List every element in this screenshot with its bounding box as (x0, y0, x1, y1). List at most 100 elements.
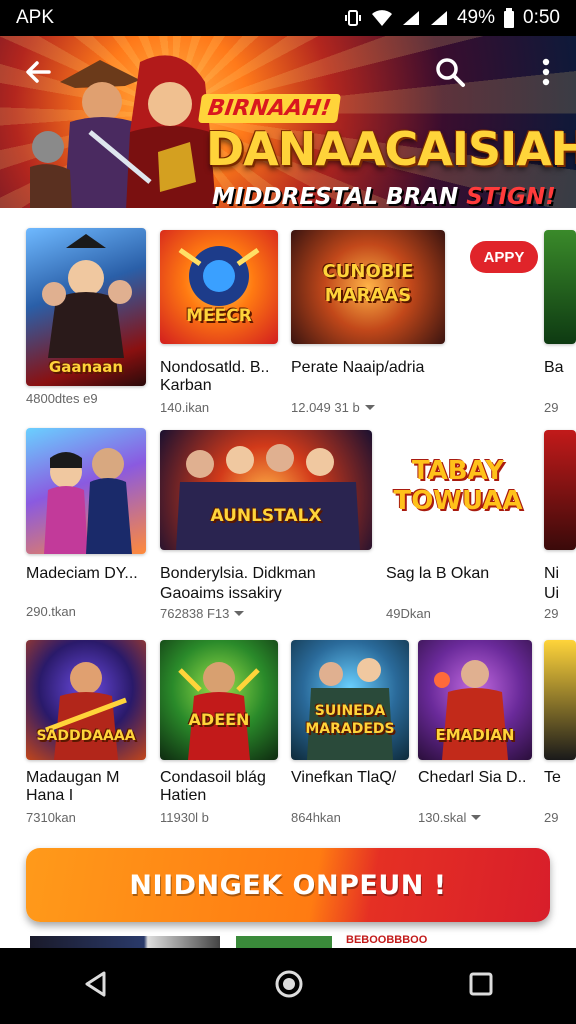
thumbnail-logo-text: SUINEDA MARADEDS (305, 703, 395, 737)
app-grid: Gaanaan 4800dtes e9 MEECR Nondosatld. B.… (0, 208, 576, 848)
system-nav-bar (0, 948, 576, 1024)
banner-subtitle-accent: STIGN! (466, 184, 556, 208)
banner-kicker: BIRNAAH! (197, 94, 341, 123)
character-emblem-artwork (178, 246, 260, 306)
thumbnail-logo-text: Gaanaan (48, 358, 124, 376)
next-row-peek: BEBOOBBBOO (0, 934, 576, 948)
app-card[interactable]: EMADIAN Chedarl Sia D.. 130.skal (418, 640, 540, 830)
nav-home-icon[interactable] (273, 968, 305, 1005)
app-meta: 29 (544, 606, 559, 621)
back-arrow-icon[interactable] (16, 50, 60, 94)
app-title: Sag la B Okan (386, 565, 490, 582)
app-thumbnail: CUNOBIE MARAAS (291, 230, 445, 344)
app-card[interactable]: TABAY TOWUAA Sag la B Okan 49Dkan (386, 430, 532, 621)
thumbnail-logo-text: ADEEN (188, 710, 250, 729)
app-title-line2: Gaoaims issakiry (160, 585, 282, 602)
peek-text: BEBOOBBBOO (346, 934, 428, 946)
app-thumbnail: ADEEN (160, 640, 278, 760)
app-card[interactable]: AUNLSTALX Bonderylsia. Didkman Gaoaims i… (160, 430, 374, 621)
app-meta: 4800dtes e9 (26, 391, 98, 406)
app-meta: 11930l b (160, 810, 209, 825)
app-title-line2: Hana I (26, 787, 74, 804)
app-thumbnail (26, 428, 146, 554)
app-thumbnail: MEECR (160, 230, 278, 344)
app-card-partial[interactable]: Te 29 (544, 640, 576, 830)
status-icons: 49% 0:50 (343, 7, 560, 29)
thumbnail-logo-text: SADDDAAAA (36, 728, 136, 744)
app-card[interactable]: CUNOBIE MARAAS Perate Naaip/adria 12.049… (291, 230, 451, 420)
app-title: Bonderylsia. Didkman (160, 565, 316, 582)
app-meta: 140.ikan (160, 400, 210, 415)
app-meta: 29 (544, 810, 559, 825)
more-options-icon[interactable] (524, 50, 568, 94)
app-title: Vinefkan TlaQ/ (291, 769, 397, 786)
app-thumbnail: TABAY TOWUAA (386, 430, 530, 550)
apply-badge[interactable]: APPY (470, 241, 538, 273)
app-title: Ba (544, 359, 564, 376)
heroes-group-artwork (44, 448, 132, 554)
app-card-partial[interactable]: Ba 29 (544, 230, 576, 420)
app-title: Condasoil blág (160, 769, 266, 786)
download-icon (470, 810, 482, 825)
battery-icon (503, 8, 515, 28)
app-thumbnail (544, 640, 576, 760)
app-thumbnail: SADDDAAAA (26, 640, 146, 760)
app-card[interactable]: SUINEDA MARADEDS Vinefkan TlaQ/ 864hkan (291, 640, 413, 830)
status-app-label: APK (16, 7, 55, 28)
nav-recents-icon[interactable] (468, 971, 494, 1002)
thumbnail-logo-text: MEECR (186, 306, 252, 326)
thumbnail-logo-text: CUNOBIE MARAAS (322, 261, 414, 306)
adventure-team-artwork (307, 658, 393, 760)
app-meta: 290.tkan (26, 604, 76, 619)
thumbnail-logo-text: TABAY TOWUAA (393, 456, 523, 516)
install-cta-button[interactable]: NIIDNGEK ONPEUN ! (26, 848, 550, 922)
vibrate-icon (343, 8, 363, 28)
app-card[interactable]: Gaanaan 4800dtes e9 (26, 228, 148, 418)
battery-percent: 49% (456, 7, 496, 28)
download-icon (364, 400, 376, 415)
thumbnail-logo-text: EMADIAN (435, 726, 515, 744)
peek-thumbnail (236, 936, 332, 948)
app-thumbnail: EMADIAN (418, 640, 532, 760)
app-title: Chedarl Sia D.. (418, 769, 527, 786)
thumbnail-logo-text: AUNLSTALX (210, 506, 322, 526)
banner-title: DANAACAISIAH (206, 122, 576, 176)
download-icon (233, 606, 245, 621)
search-icon[interactable] (428, 50, 472, 94)
signal-icon (401, 9, 421, 27)
hero-banner[interactable]: BIRNAAH! DANAACAISIAH MIDDRESTAL BRAN ST… (0, 36, 576, 208)
banner-subtitle-main: MIDDRESTAL BRAN (212, 184, 459, 208)
app-meta: 12.049 31 b (291, 400, 376, 415)
app-thumbnail: Gaanaan (26, 228, 146, 386)
banner-subtitle: MIDDRESTAL BRAN STIGN! (212, 184, 556, 208)
app-meta: 762838 F13 (160, 606, 245, 621)
app-meta: 130.skal (418, 810, 482, 825)
app-title: Madeciam DY... (26, 565, 138, 582)
app-card[interactable]: Madeciam DY... 290.tkan (26, 428, 148, 619)
app-card[interactable]: SADDDAAAA Madaugan M Hana I 7310kan (26, 640, 148, 830)
app-card[interactable]: ADEEN Condasoil blág Hatien 11930l b (160, 640, 282, 830)
clock: 0:50 (523, 7, 560, 28)
app-title-line2: Ui (544, 585, 560, 602)
app-screen: APK 49% 0:50 BIRNAAH! DANAACAISIAH MIDDR… (0, 0, 576, 1024)
app-thumbnail (544, 230, 576, 344)
app-thumbnail (544, 430, 576, 550)
app-meta: 49Dkan (386, 606, 431, 621)
app-meta: 29 (544, 400, 559, 415)
app-thumbnail: AUNLSTALX (160, 430, 372, 550)
wifi-icon (371, 9, 393, 27)
app-meta: 864hkan (291, 810, 341, 825)
app-card[interactable]: MEECR Nondosatld. B.. Karban 140.ikan (160, 230, 282, 420)
peek-thumbnail (30, 936, 220, 948)
app-title-line2: Karban (160, 377, 212, 394)
nav-back-icon[interactable] (82, 970, 110, 1003)
signal-icon-2 (429, 9, 449, 27)
cta-section: NIIDNGEK ONPEUN ! BEBOOBBBOO (0, 848, 576, 948)
app-thumbnail: SUINEDA MARADEDS (291, 640, 409, 760)
cta-label: NIIDNGEK ONPEUN ! (129, 869, 447, 901)
app-card-partial[interactable]: Ni Ui 29 (544, 430, 576, 621)
app-title: Ni (544, 565, 560, 582)
app-title: Perate Naaip/adria (291, 359, 425, 376)
squad-artwork (176, 444, 360, 550)
app-title-line2: Hatien (160, 787, 207, 804)
